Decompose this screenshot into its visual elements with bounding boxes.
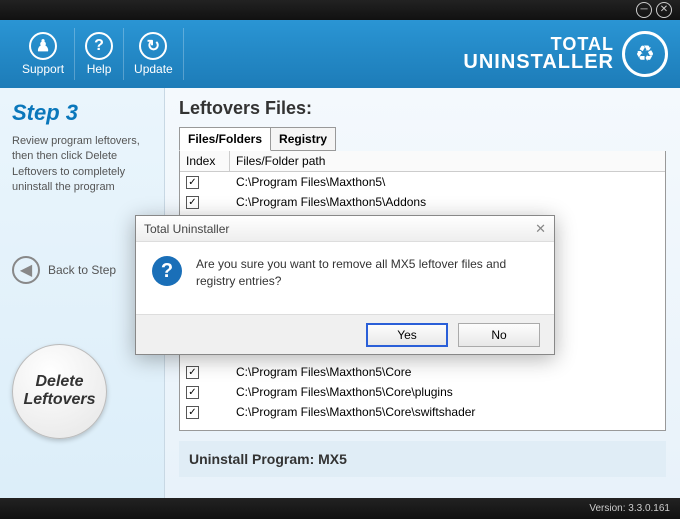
update-label: Update xyxy=(134,62,173,76)
version-label: Version: 3.3.0.161 xyxy=(589,503,670,514)
dialog-close-icon[interactable]: ✕ xyxy=(535,221,546,237)
dialog-message: Are you sure you want to remove all MX5 … xyxy=(196,256,538,290)
brand-line2: UNINSTALLER xyxy=(463,53,614,72)
table-row[interactable]: ✓ C:\Program Files\Maxthon5\Addons xyxy=(180,192,665,212)
tab-registry[interactable]: Registry xyxy=(271,127,336,151)
support-label: Support xyxy=(22,62,64,76)
back-button[interactable]: ◀ Back to Step xyxy=(12,256,152,284)
row-path: C:\Program Files\Maxthon5\Core\swiftshad… xyxy=(230,403,665,421)
row-path: C:\Program Files\Maxthon5\ xyxy=(230,173,665,191)
delete-line1: Delete xyxy=(35,373,83,391)
checkbox[interactable]: ✓ xyxy=(186,386,199,399)
question-icon: ? xyxy=(152,256,182,286)
yes-button[interactable]: Yes xyxy=(366,323,448,347)
checkbox[interactable]: ✓ xyxy=(186,196,199,209)
step-title: Step 3 xyxy=(12,100,152,126)
brand: TOTAL UNINSTALLER ♻ xyxy=(463,31,668,77)
step-description: Review program leftovers, then then clic… xyxy=(12,134,152,196)
col-header-path: Files/Folder path xyxy=(230,151,665,171)
checkbox[interactable]: ✓ xyxy=(186,366,199,379)
checkbox[interactable]: ✓ xyxy=(186,176,199,189)
back-arrow-icon: ◀ xyxy=(12,256,40,284)
col-header-index: Index xyxy=(180,151,230,171)
tab-files-folders[interactable]: Files/Folders xyxy=(179,127,271,151)
help-button[interactable]: ? Help xyxy=(75,28,124,80)
back-label: Back to Step xyxy=(48,263,116,277)
update-button[interactable]: ↻ Update xyxy=(124,28,184,80)
row-path: C:\Program Files\Maxthon5\Core xyxy=(230,363,665,381)
delete-line2: Leftovers xyxy=(23,391,95,409)
window-titlebar: ─ ✕ xyxy=(0,0,680,20)
confirm-dialog: Total Uninstaller ✕ ? Are you sure you w… xyxy=(135,215,555,355)
help-icon: ? xyxy=(85,32,113,60)
minimize-button[interactable]: ─ xyxy=(636,2,652,18)
table-row[interactable]: ✓ C:\Program Files\Maxthon5\Core\swiftsha… xyxy=(180,402,665,422)
dialog-titlebar: Total Uninstaller ✕ xyxy=(136,216,554,242)
row-path: C:\Program Files\Maxthon5\Core\plugins xyxy=(230,383,665,401)
leftovers-title: Leftovers Files: xyxy=(179,98,666,119)
table-row[interactable]: ✓ C:\Program Files\Maxthon5\Core\plugins xyxy=(180,382,665,402)
app-header: ♟ Support ? Help ↻ Update TOTAL UNINSTAL… xyxy=(0,20,680,88)
footer: Version: 3.3.0.161 xyxy=(0,498,680,519)
delete-leftovers-button[interactable]: Delete Leftovers xyxy=(12,344,107,439)
table-row[interactable]: ✓ C:\Program Files\Maxthon5\Core xyxy=(180,362,665,382)
close-button[interactable]: ✕ xyxy=(656,2,672,18)
uninstall-program-bar: Uninstall Program: MX5 xyxy=(179,441,666,477)
help-label: Help xyxy=(87,62,112,76)
no-button[interactable]: No xyxy=(458,323,540,347)
trash-icon: ♻ xyxy=(622,31,668,77)
table-row[interactable]: ✓ C:\Program Files\Maxthon5\ xyxy=(180,172,665,192)
checkbox[interactable]: ✓ xyxy=(186,406,199,419)
support-icon: ♟ xyxy=(29,32,57,60)
support-button[interactable]: ♟ Support xyxy=(12,28,75,80)
dialog-title: Total Uninstaller xyxy=(144,222,229,236)
row-path: C:\Program Files\Maxthon5\Addons xyxy=(230,193,665,211)
tabs: Files/Folders Registry xyxy=(179,127,666,151)
update-icon: ↻ xyxy=(139,32,167,60)
